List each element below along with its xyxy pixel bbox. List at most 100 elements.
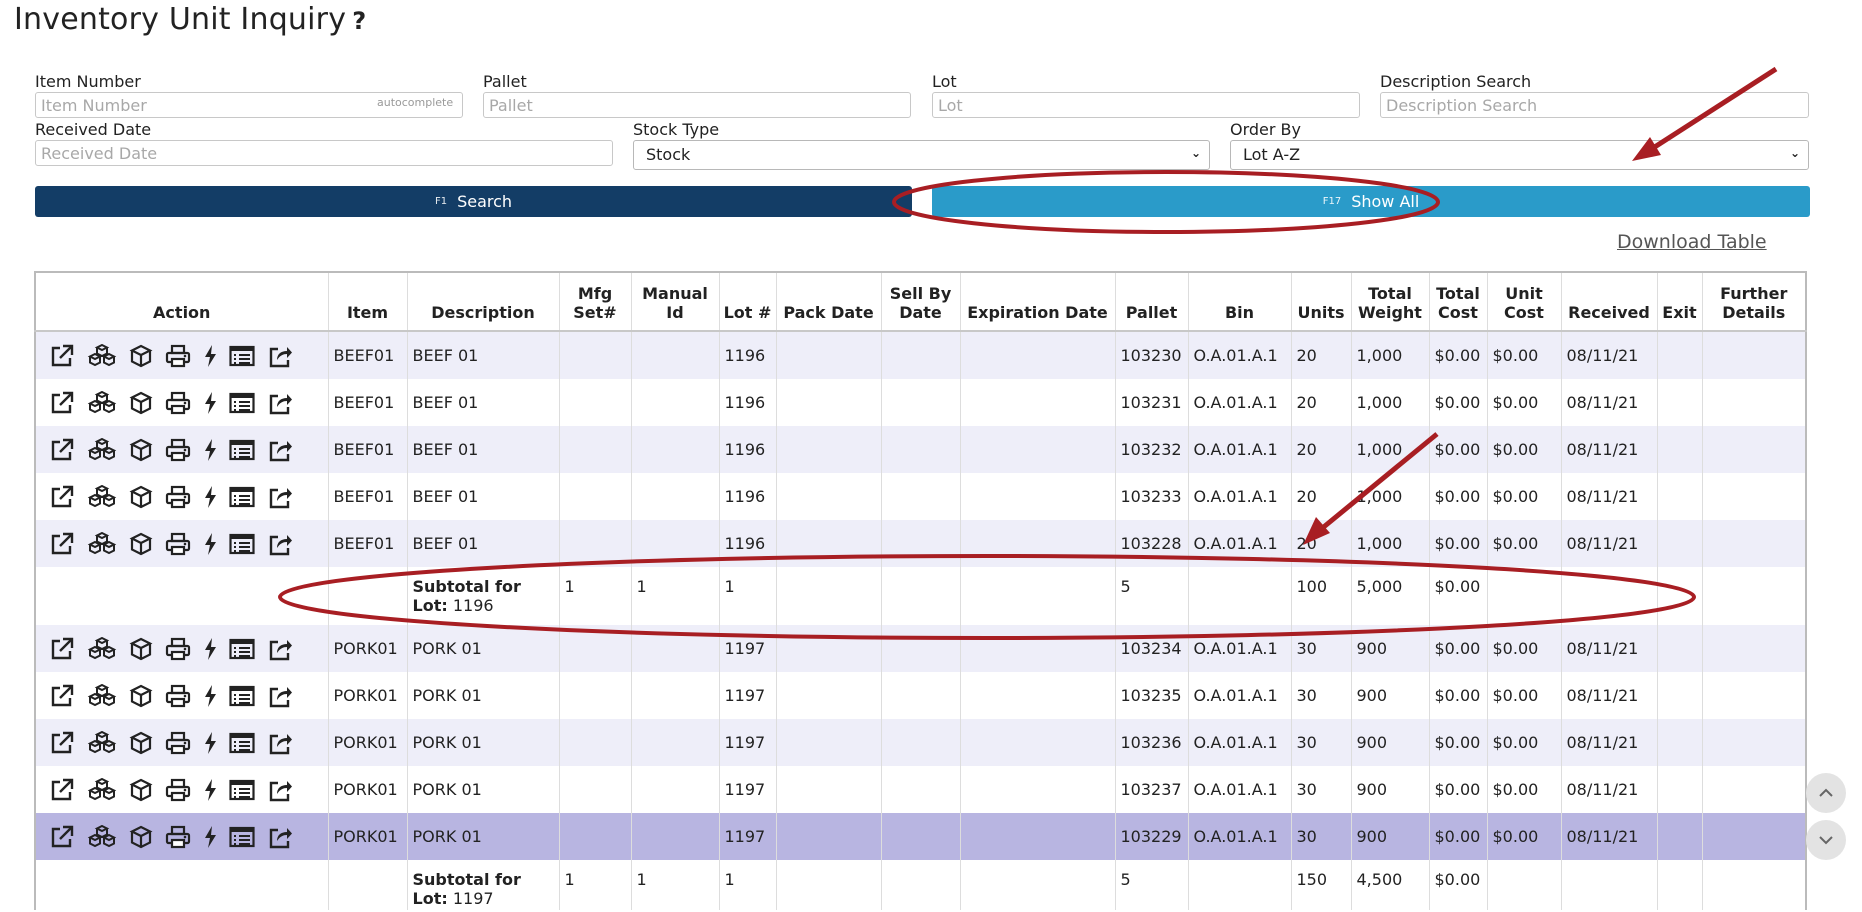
open-external-icon[interactable]: [49, 825, 75, 849]
lot-input[interactable]: [932, 92, 1360, 118]
print-icon[interactable]: [165, 532, 191, 556]
header-bin[interactable]: Bin: [1188, 272, 1292, 332]
list-icon[interactable]: [229, 685, 255, 707]
print-icon[interactable]: [165, 344, 191, 368]
print-icon[interactable]: [165, 485, 191, 509]
box-icon[interactable]: [129, 825, 153, 849]
boxes-icon[interactable]: [87, 437, 117, 462]
table-row[interactable]: PORK01 PORK 01 1197 103234 O.A.01.A.1 30 900 $0…: [35, 625, 1807, 672]
order-by-select[interactable]: Lot A-Z ⌄: [1230, 140, 1809, 170]
bolt-icon[interactable]: [203, 731, 217, 755]
boxes-icon[interactable]: [87, 824, 117, 849]
header-total-cost[interactable]: Total Cost: [1429, 272, 1488, 332]
header-mfg-set[interactable]: Mfg Set#: [559, 272, 632, 332]
bolt-icon[interactable]: [203, 391, 217, 415]
show-all-button[interactable]: F17 Show All: [932, 186, 1810, 217]
bolt-icon[interactable]: [203, 637, 217, 661]
header-further-details[interactable]: Further Details: [1702, 272, 1807, 332]
print-icon[interactable]: [165, 778, 191, 802]
header-lot[interactable]: Lot #: [719, 272, 777, 332]
bolt-icon[interactable]: [203, 532, 217, 556]
bolt-icon[interactable]: [203, 684, 217, 708]
open-external-icon[interactable]: [49, 391, 75, 415]
download-table-link[interactable]: Download Table: [1617, 231, 1767, 253]
table-row[interactable]: PORK01 PORK 01 1197 103229 O.A.01.A.1 30 900 $0…: [35, 813, 1807, 860]
boxes-icon[interactable]: [87, 343, 117, 368]
box-icon[interactable]: [129, 391, 153, 415]
header-sell-by-date[interactable]: Sell By Date: [881, 272, 961, 332]
list-icon[interactable]: [229, 826, 255, 848]
list-icon[interactable]: [229, 392, 255, 414]
bolt-icon[interactable]: [203, 485, 217, 509]
boxes-icon[interactable]: [87, 730, 117, 755]
box-icon[interactable]: [129, 485, 153, 509]
stock-type-select[interactable]: Stock ⌄: [633, 140, 1210, 170]
share-icon[interactable]: [267, 778, 293, 802]
bolt-icon[interactable]: [203, 778, 217, 802]
open-external-icon[interactable]: [49, 731, 75, 755]
table-row[interactable]: PORK01 PORK 01 1197 103236 O.A.01.A.1 30 900 $0…: [35, 719, 1807, 766]
share-icon[interactable]: [267, 391, 293, 415]
open-external-icon[interactable]: [49, 344, 75, 368]
pallet-input[interactable]: [483, 92, 911, 118]
boxes-icon[interactable]: [87, 636, 117, 661]
print-icon[interactable]: [165, 825, 191, 849]
header-units[interactable]: Units: [1291, 272, 1352, 332]
share-icon[interactable]: [267, 825, 293, 849]
received-date-input[interactable]: [35, 140, 613, 166]
list-icon[interactable]: [229, 638, 255, 660]
box-icon[interactable]: [129, 731, 153, 755]
boxes-icon[interactable]: [87, 484, 117, 509]
table-row[interactable]: PORK01 PORK 01 1197 103237 O.A.01.A.1 30 900 $0…: [35, 766, 1807, 813]
boxes-icon[interactable]: [87, 531, 117, 556]
header-item[interactable]: Item: [328, 272, 408, 332]
header-manual-id[interactable]: Manual Id: [631, 272, 720, 332]
share-icon[interactable]: [267, 438, 293, 462]
share-icon[interactable]: [267, 684, 293, 708]
open-external-icon[interactable]: [49, 637, 75, 661]
table-row[interactable]: BEEF01 BEEF 01 1196 103231 O.A.01.A.1 20 1,000…: [35, 379, 1807, 426]
share-icon[interactable]: [267, 532, 293, 556]
share-icon[interactable]: [267, 731, 293, 755]
box-icon[interactable]: [129, 532, 153, 556]
boxes-icon[interactable]: [87, 683, 117, 708]
share-icon[interactable]: [267, 485, 293, 509]
table-row[interactable]: BEEF01 BEEF 01 1196 103232 O.A.01.A.1 20 1,000…: [35, 426, 1807, 473]
table-row[interactable]: BEEF01 BEEF 01 1196 103228 O.A.01.A.1 20 1,000…: [35, 520, 1807, 567]
print-icon[interactable]: [165, 391, 191, 415]
header-unit-cost[interactable]: Unit Cost: [1487, 272, 1562, 332]
open-external-icon[interactable]: [49, 438, 75, 462]
header-pallet[interactable]: Pallet: [1115, 272, 1189, 332]
list-icon[interactable]: [229, 533, 255, 555]
open-external-icon[interactable]: [49, 778, 75, 802]
box-icon[interactable]: [129, 438, 153, 462]
print-icon[interactable]: [165, 684, 191, 708]
boxes-icon[interactable]: [87, 390, 117, 415]
print-icon[interactable]: [165, 438, 191, 462]
box-icon[interactable]: [129, 684, 153, 708]
bolt-icon[interactable]: [203, 438, 217, 462]
header-action[interactable]: Action: [35, 272, 329, 332]
open-external-icon[interactable]: [49, 485, 75, 509]
list-icon[interactable]: [229, 439, 255, 461]
bolt-icon[interactable]: [203, 825, 217, 849]
list-icon[interactable]: [229, 779, 255, 801]
box-icon[interactable]: [129, 778, 153, 802]
header-expiration-date[interactable]: Expiration Date: [960, 272, 1116, 332]
header-description[interactable]: Description: [407, 272, 560, 332]
table-row[interactable]: PORK01 PORK 01 1197 103235 O.A.01.A.1 30 900 $0…: [35, 672, 1807, 719]
box-icon[interactable]: [129, 637, 153, 661]
header-exit[interactable]: Exit: [1657, 272, 1703, 332]
scroll-up-button[interactable]: [1806, 773, 1846, 813]
box-icon[interactable]: [129, 344, 153, 368]
header-total-weight[interactable]: Total Weight: [1351, 272, 1430, 332]
scroll-down-button[interactable]: [1806, 820, 1846, 860]
list-icon[interactable]: [229, 345, 255, 367]
header-pack-date[interactable]: Pack Date: [776, 272, 882, 332]
boxes-icon[interactable]: [87, 777, 117, 802]
open-external-icon[interactable]: [49, 684, 75, 708]
bolt-icon[interactable]: [203, 344, 217, 368]
open-external-icon[interactable]: [49, 532, 75, 556]
table-row[interactable]: BEEF01 BEEF 01 1196 103230 O.A.01.A.1 20 1,000…: [35, 331, 1807, 379]
table-row[interactable]: BEEF01 BEEF 01 1196 103233 O.A.01.A.1 20 1,000…: [35, 473, 1807, 520]
